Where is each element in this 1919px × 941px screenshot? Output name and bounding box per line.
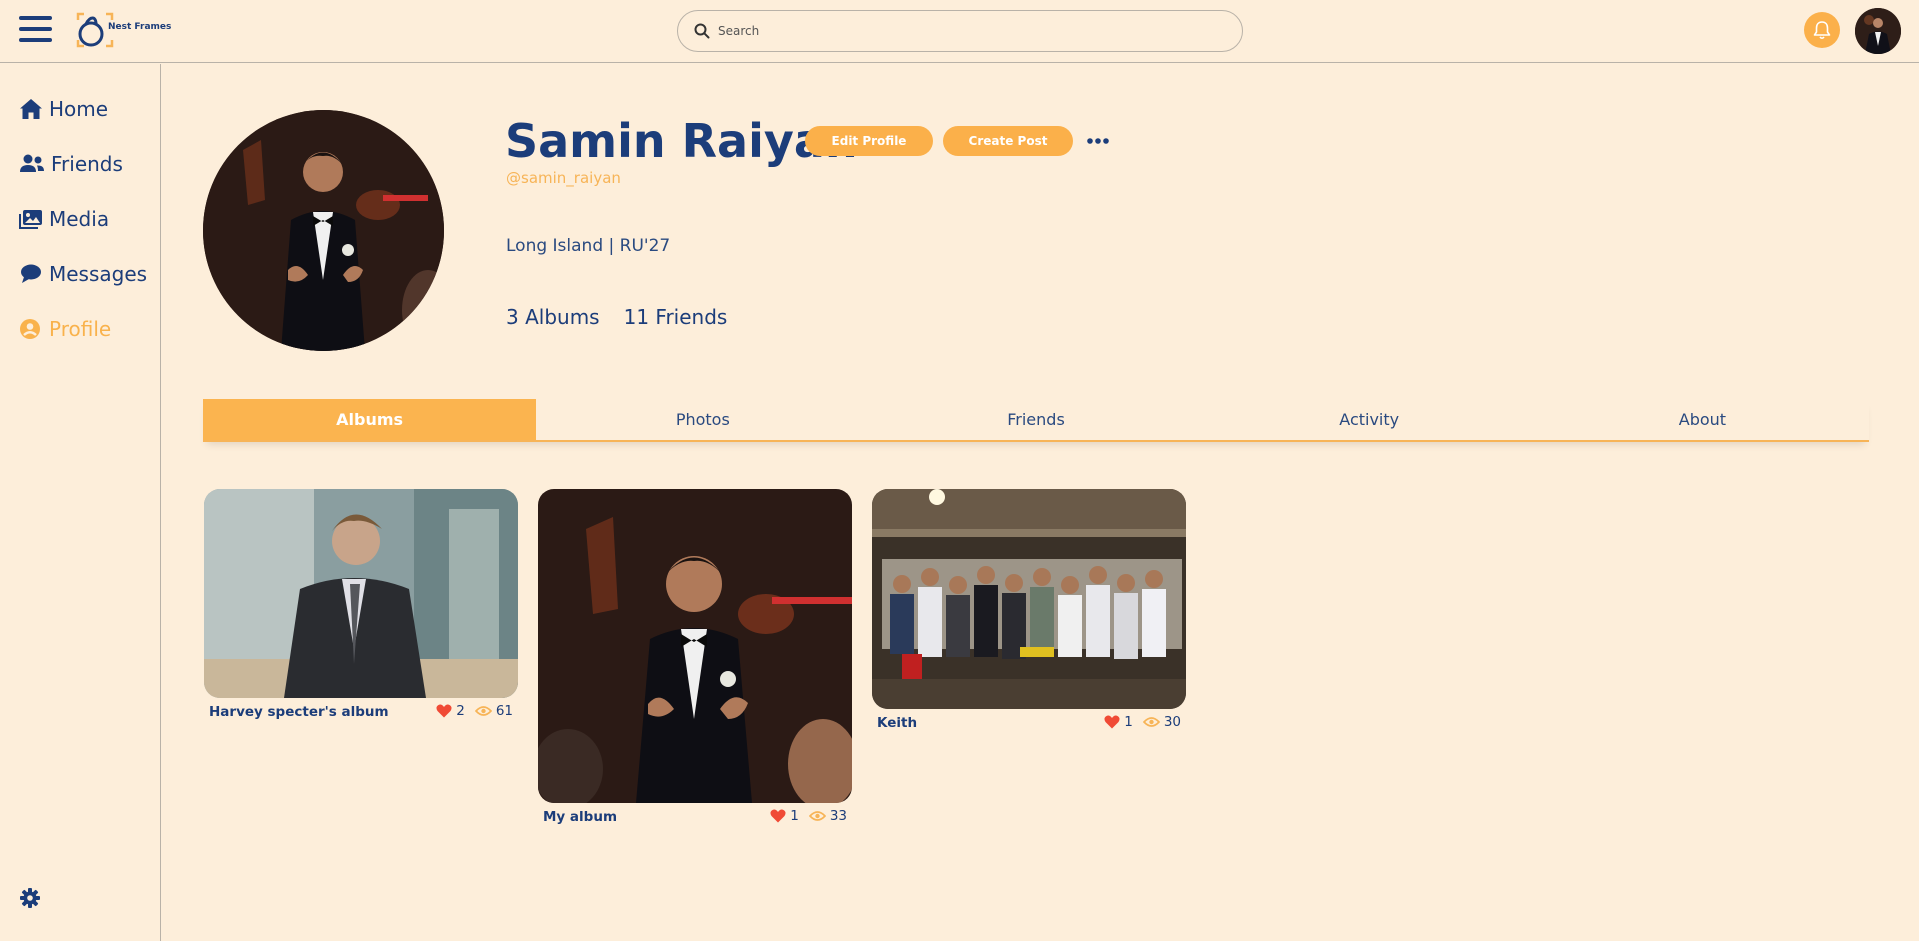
heart-icon[interactable] <box>770 809 786 823</box>
album-meta: Keith 1 30 <box>872 711 1186 735</box>
sidebar-item-home[interactable]: Home <box>19 94 108 124</box>
sidebar-item-messages[interactable]: Messages <box>19 259 147 289</box>
settings-button[interactable] <box>19 887 41 909</box>
create-post-button[interactable]: Create Post <box>943 126 1073 156</box>
heart-icon[interactable] <box>1104 715 1120 729</box>
likes-count: 2 <box>456 703 465 719</box>
profile-photo-image <box>203 110 444 351</box>
profile-tabs: Albums Photos Friends Activity About <box>203 399 1869 442</box>
top-bar: Nest Frames <box>0 0 1919 63</box>
albums-count[interactable]: 3 Albums <box>506 305 600 329</box>
tab-friends[interactable]: Friends <box>869 399 1202 440</box>
likes-count: 1 <box>790 808 799 824</box>
album-meta: Harvey specter's album 2 61 <box>204 700 518 724</box>
heart-icon[interactable] <box>436 704 452 718</box>
sidebar-item-profile[interactable]: Profile <box>19 314 111 344</box>
more-options-icon[interactable] <box>1086 133 1110 147</box>
bell-icon <box>1813 21 1831 40</box>
edit-profile-button[interactable]: Edit Profile <box>805 126 933 156</box>
search-icon <box>694 23 710 39</box>
user-circle-icon <box>20 319 40 339</box>
tab-about[interactable]: About <box>1536 399 1869 440</box>
album-thumbnail[interactable] <box>872 489 1186 709</box>
profile-bio: Long Island | RU'27 <box>506 236 671 256</box>
likes-count: 1 <box>1124 714 1133 730</box>
search-input[interactable] <box>718 21 1218 41</box>
sidebar-item-label: Home <box>49 97 109 121</box>
album-thumbnail[interactable] <box>204 489 518 698</box>
sidebar-item-friends[interactable]: Friends <box>19 149 123 179</box>
eye-icon <box>474 706 492 716</box>
gear-icon <box>20 888 40 908</box>
views-count: 30 <box>1163 714 1181 730</box>
profile-handle: @samin_raiyan <box>506 169 621 187</box>
album-card[interactable]: Harvey specter's album 2 61 <box>204 489 518 724</box>
views-count: 33 <box>829 808 847 824</box>
search-bar[interactable] <box>677 10 1243 52</box>
tab-activity[interactable]: Activity <box>1203 399 1536 440</box>
sidebar-item-label: Profile <box>49 317 112 341</box>
album-card[interactable]: My album 1 33 <box>538 489 852 829</box>
profile-stats: 3 Albums 11 Friends <box>506 305 751 329</box>
sidebar-item-label: Media <box>49 207 110 231</box>
menu-icon[interactable] <box>19 16 52 44</box>
album-meta: My album 1 33 <box>538 805 852 829</box>
views-count: 61 <box>495 703 513 719</box>
sidebar-item-media[interactable]: Media <box>19 204 109 234</box>
eye-icon <box>1142 717 1160 727</box>
app-logo[interactable]: Nest Frames <box>74 10 174 52</box>
friends-count[interactable]: 11 Friends <box>624 305 728 329</box>
album-card[interactable]: Keith 1 30 <box>872 489 1186 735</box>
sidebar: Home Friends Media Messages Profile <box>0 64 161 941</box>
home-icon <box>20 99 42 119</box>
avatar-image <box>1855 8 1901 54</box>
tab-photos[interactable]: Photos <box>536 399 869 440</box>
notifications-button[interactable] <box>1804 12 1840 48</box>
album-thumbnail[interactable] <box>538 489 852 803</box>
album-title[interactable]: My album <box>543 809 617 825</box>
sidebar-item-label: Messages <box>49 262 148 286</box>
profile-photo <box>203 110 444 351</box>
album-title[interactable]: Keith <box>877 715 917 731</box>
images-icon <box>19 210 42 229</box>
users-icon <box>20 154 44 172</box>
chat-icon <box>21 264 41 283</box>
tab-albums[interactable]: Albums <box>203 399 537 440</box>
user-avatar[interactable] <box>1855 8 1901 54</box>
album-title[interactable]: Harvey specter's album <box>209 704 389 720</box>
app-name: Nest Frames <box>108 22 172 32</box>
eye-icon <box>808 811 826 821</box>
sidebar-item-label: Friends <box>51 152 123 176</box>
